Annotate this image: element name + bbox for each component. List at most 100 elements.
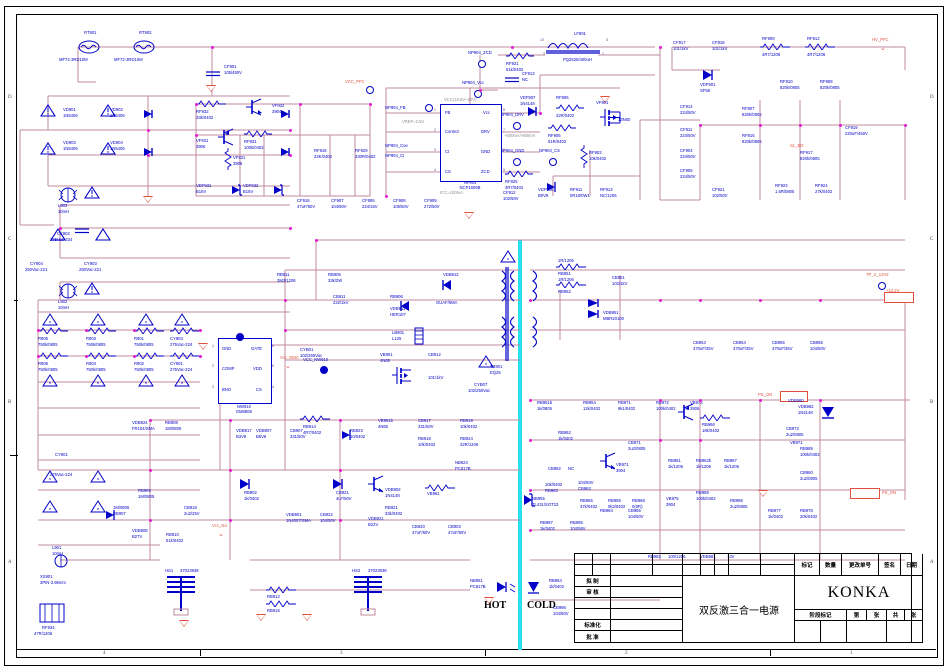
label-rb924-val: 10k/0402 xyxy=(460,424,478,429)
label-rb962b-ref: RB962b xyxy=(696,458,712,463)
test-point-12v2[interactable] xyxy=(878,282,886,290)
zener-vdb917 xyxy=(342,430,351,440)
test-point-vcc-nw910[interactable] xyxy=(320,366,328,374)
label-rb985-ref: RB985 xyxy=(800,446,813,451)
tb-row-value-draft[interactable] xyxy=(611,576,683,587)
rev-cell xyxy=(593,565,611,576)
sheet-label-di: 第 xyxy=(847,610,867,621)
label-vdb921-ref: VDB921 xyxy=(368,516,384,521)
diode-vdf901 xyxy=(703,70,713,80)
label-cf916-ref: CF916 xyxy=(297,198,310,203)
test-point-np904-drv[interactable] xyxy=(513,122,521,130)
label-rb967-val: 1k/1206 xyxy=(724,464,739,469)
test-point-vcc-pfc[interactable] xyxy=(366,86,374,94)
optocoupler-nb951 xyxy=(497,582,516,593)
label-rf917-ref: RF917 xyxy=(800,150,813,155)
label-rf913-ref: RF913 xyxy=(600,187,613,192)
rev-cell xyxy=(729,565,761,576)
label-cb955-ref: CB955 xyxy=(772,340,785,345)
label-rb905-val: 33k/2W xyxy=(328,278,343,283)
label-cy901-ref: CY901 xyxy=(55,452,68,457)
stage-cell-3[interactable] xyxy=(847,621,887,643)
label-rt901-ref: RT901 xyxy=(84,30,97,35)
label-rb961-ref: RB961 xyxy=(668,458,681,463)
label-rb997-val: 104/50V xyxy=(628,514,644,519)
label-rf932-val: 100k/0402 xyxy=(244,145,264,150)
label-cf911-val: 224/50V xyxy=(680,133,696,138)
label-rb921-val: 33k/0402 xyxy=(385,511,403,516)
tb-row-label-review: 审 核 xyxy=(575,587,611,598)
opto-detector xyxy=(528,582,539,594)
nw910-pin-gnd: GND xyxy=(222,346,232,351)
label-cb907-val: B5V6 xyxy=(256,434,267,439)
tb-row-value-3[interactable] xyxy=(611,598,683,609)
port-ps-on-out[interactable] xyxy=(850,488,880,499)
label-vdf907-ref: VDF907 xyxy=(520,95,536,100)
test-point-np904-cs[interactable] xyxy=(549,158,557,166)
stage-cell-2[interactable] xyxy=(821,621,847,643)
label-cf912-ref: CF912 xyxy=(503,190,516,195)
resistor-rf931 xyxy=(224,148,232,170)
label-cb918-ref: RB910 xyxy=(166,532,179,537)
ground-symbol-rb912 xyxy=(256,614,267,621)
title-block: 标记 数量 更改单号 签名 日期 拟 制 审 核 标准化 批 准 双反激三合一电… xyxy=(574,553,923,643)
label-rf909-val: 4R7/1206 xyxy=(762,52,781,57)
tb-row-value-4[interactable] xyxy=(611,609,683,620)
label-rf934-ref: RF932 xyxy=(196,109,209,114)
label-lf901-ref: LF901 xyxy=(574,31,586,36)
label-nb951-part: PC817B xyxy=(470,584,486,589)
label-cf911-ref: CF911 xyxy=(680,127,693,132)
label-rt901-val: MF72-3RD10M xyxy=(59,57,88,62)
label-r903-ref: R901 xyxy=(134,336,145,341)
label-cb960-ref: CB960 xyxy=(800,470,813,475)
label-xs901-val: 47R/1206 xyxy=(34,631,53,636)
label-vb901-ref: VB901 xyxy=(380,352,393,357)
test-point-nw910-top[interactable] xyxy=(236,333,244,341)
label-cy904-ref: CY904 xyxy=(30,261,43,266)
label-rf909-ref: RF909 xyxy=(762,36,775,41)
capacitor-cx902 xyxy=(74,223,90,241)
warning-icon-cx902a xyxy=(49,227,67,241)
tb-row-value-approve[interactable] xyxy=(611,631,683,643)
rev-cell xyxy=(593,554,611,565)
test-point-np904-gnd[interactable] xyxy=(513,158,521,166)
label-rb964-val: 1k/0402 xyxy=(549,584,564,589)
label-vf901-ref: VF901 xyxy=(596,100,609,105)
test-point-np904-fb[interactable] xyxy=(425,104,433,112)
label-tb901-val: EQ25 xyxy=(490,370,501,375)
label-cy903-ref: CY903 xyxy=(84,261,97,266)
label-nb924-ref: RB924 xyxy=(460,436,473,441)
transistor-vb961 xyxy=(368,475,384,493)
nw910-pin-gate: GATE xyxy=(251,346,263,351)
label-cf905-ref: CF905 xyxy=(680,168,693,173)
zener-vdf931 xyxy=(232,184,242,196)
tb-row-value-standard[interactable] xyxy=(611,620,683,631)
nw910-part: EM8808 xyxy=(236,409,252,414)
warning-icon-2 xyxy=(99,103,117,117)
label-cb920-val: 47uF/50V xyxy=(412,530,431,535)
label-vdf907-val: 1N4148 xyxy=(520,101,535,106)
label-rb988-ref: RB988 xyxy=(696,490,709,495)
inductor-lf901 xyxy=(546,42,600,54)
resistor-rf906 xyxy=(556,104,584,111)
label-rb966-ref: RB966 xyxy=(702,422,715,427)
port-12v2[interactable] xyxy=(884,292,914,303)
warning-icon-cx902b xyxy=(94,227,112,241)
label-cb954-ref: CB954 xyxy=(733,340,746,345)
test-point-np904-zcd[interactable] xyxy=(478,60,486,68)
label-rf916-val: 22K/0402 xyxy=(314,154,332,159)
label-cf918-ref: CF918 xyxy=(712,40,725,45)
label-rb916-ref: RB916 xyxy=(267,608,280,613)
resistor-rf903 xyxy=(580,145,588,168)
label-rb966-val: 18k/0402 xyxy=(702,428,720,433)
resistor-r902 xyxy=(170,352,200,359)
label-vdb960-ref: VDB960 xyxy=(788,398,804,403)
label-rb954-val: 12k/0402 xyxy=(583,406,601,411)
label-vf931-ref: VF931 xyxy=(196,138,209,143)
net-label-12v2-value: +12.2V xyxy=(886,288,900,293)
stage-cell-1[interactable] xyxy=(795,621,821,643)
tb-row-value-review[interactable] xyxy=(611,587,683,598)
label-cf904-ref: CF904 xyxy=(680,148,693,153)
label-hs2-ref: HS2 xyxy=(352,568,361,573)
stage-cell-4[interactable] xyxy=(887,621,923,643)
